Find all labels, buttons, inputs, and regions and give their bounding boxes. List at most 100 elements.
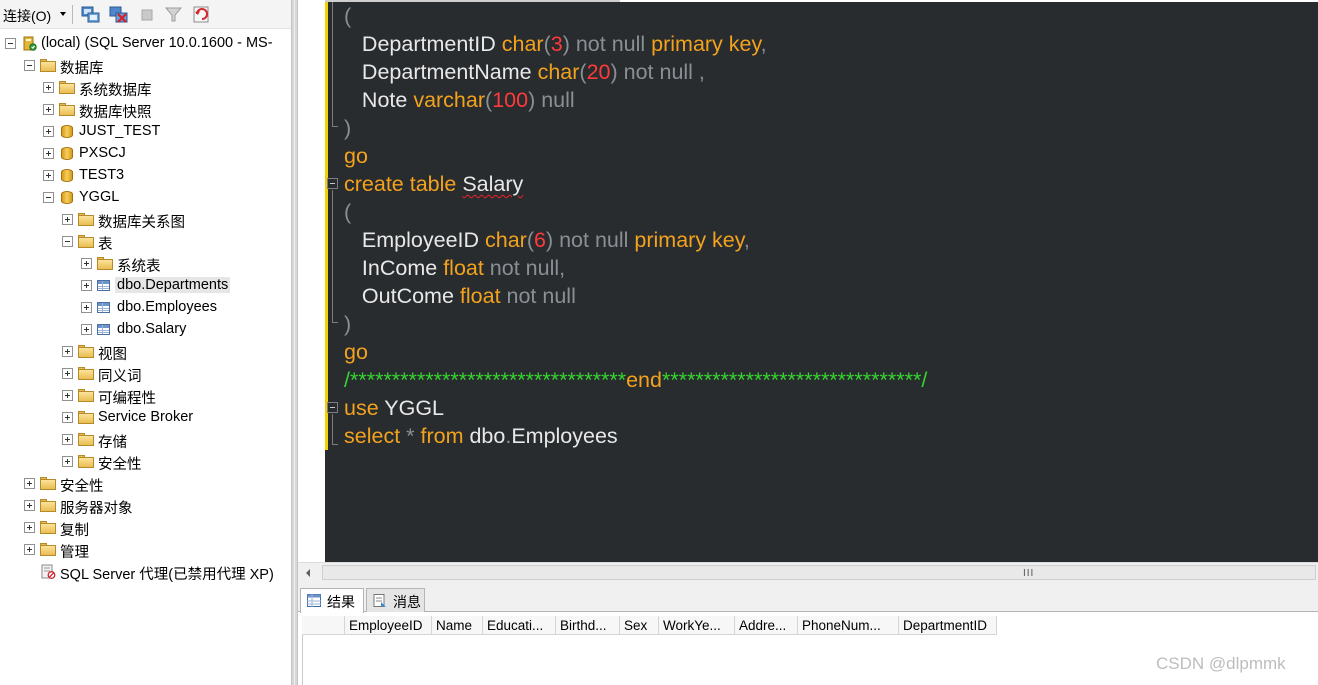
expand-node-icon[interactable] <box>62 390 73 401</box>
expand-node-icon[interactable] <box>62 456 73 467</box>
collapse-node-icon[interactable] <box>43 192 54 203</box>
code-token: float <box>443 256 484 280</box>
folder-icon <box>59 102 75 117</box>
tree-node[interactable]: 数据库快照 <box>0 99 291 121</box>
tree-node[interactable]: dbo.Salary <box>0 319 291 341</box>
disconnect-icon[interactable] <box>109 5 128 24</box>
expand-node-icon[interactable] <box>62 368 73 379</box>
expand-node-icon[interactable] <box>62 346 73 357</box>
expand-node-icon[interactable] <box>24 522 35 533</box>
column-header[interactable]: Addre... <box>735 616 798 635</box>
expand-node-icon[interactable] <box>81 302 92 313</box>
folder-icon <box>40 58 56 73</box>
code-token: ( <box>526 228 534 252</box>
collapse-node-icon[interactable] <box>62 236 73 247</box>
expand-node-icon[interactable] <box>43 148 54 159</box>
tree-node[interactable]: 表 <box>0 231 291 253</box>
grid-corner[interactable] <box>302 616 345 635</box>
column-header[interactable]: Birthd... <box>556 616 620 635</box>
tree-node[interactable]: JUST_TEST <box>0 121 291 143</box>
tree-node[interactable]: 可编程性 <box>0 385 291 407</box>
code-line: ( <box>344 2 351 30</box>
folder-icon <box>78 388 94 403</box>
tree-node[interactable]: dbo.Departments <box>0 275 291 297</box>
tree-node[interactable]: TEST3 <box>0 165 291 187</box>
collapse-region-icon[interactable] <box>327 402 338 413</box>
filter-icon[interactable] <box>164 5 183 24</box>
folder-icon <box>78 366 94 381</box>
grid-icon <box>307 594 321 607</box>
collapse-region-icon[interactable] <box>327 178 338 189</box>
scroll-left-icon[interactable] <box>306 569 310 577</box>
tree-node[interactable]: 数据库关系图 <box>0 209 291 231</box>
tree-node[interactable]: 服务器对象 <box>0 495 291 517</box>
expand-node-icon[interactable] <box>24 478 35 489</box>
tree-node[interactable]: 复制 <box>0 517 291 539</box>
code-token: InCome <box>344 256 444 280</box>
connect-button[interactable]: 连接(O) <box>3 6 51 26</box>
connect-icon[interactable] <box>81 5 100 24</box>
expand-node-icon[interactable] <box>62 412 73 423</box>
column-header[interactable]: Educati... <box>483 616 556 635</box>
tree-node[interactable]: 管理 <box>0 539 291 561</box>
tree-node[interactable]: 存储 <box>0 429 291 451</box>
tree-node[interactable]: YGGL <box>0 187 291 209</box>
code-line: select * from dbo.Employees <box>344 422 618 450</box>
expand-node-icon[interactable] <box>43 104 54 115</box>
database-icon <box>59 168 75 183</box>
collapse-node-icon[interactable] <box>5 38 16 49</box>
expand-node-icon[interactable] <box>24 544 35 555</box>
refresh-icon[interactable] <box>192 5 211 24</box>
tree-node[interactable]: PXSCJ <box>0 143 291 165</box>
object-explorer-toolbar: 连接(O) <box>0 0 291 29</box>
code-token: ) not null , <box>610 60 705 84</box>
column-header[interactable]: Sex <box>620 616 659 635</box>
expand-node-icon[interactable] <box>81 280 92 291</box>
expand-node-icon[interactable] <box>43 82 54 93</box>
change-tracking-bar <box>325 2 328 450</box>
tree-node[interactable]: 数据库 <box>0 55 291 77</box>
tree-node-label: 数据库 <box>60 61 104 77</box>
code-token: EmployeeID <box>344 228 485 252</box>
tree-node[interactable]: (local) (SQL Server 10.0.1600 - MS- <box>0 33 291 55</box>
column-header[interactable]: DepartmentID <box>899 616 997 635</box>
folder-icon <box>40 520 56 535</box>
code-token: primary key <box>651 32 761 56</box>
tree-node[interactable]: 同义词 <box>0 363 291 385</box>
expand-node-icon[interactable] <box>81 258 92 269</box>
tab-results[interactable]: 结果 <box>300 588 364 613</box>
tree-node[interactable]: Service Broker <box>0 407 291 429</box>
code-line: /*********************************end***… <box>344 366 927 394</box>
column-header[interactable]: WorkYe... <box>659 616 735 635</box>
tree-node[interactable]: 系统数据库 <box>0 77 291 99</box>
tree-node[interactable]: 安全性 <box>0 473 291 495</box>
outline-end <box>332 322 338 323</box>
scrollbar-thumb[interactable]: III <box>322 565 1316 580</box>
tab-messages[interactable]: 消息 <box>366 588 425 612</box>
tree-node[interactable]: dbo.Employees <box>0 297 291 319</box>
column-header[interactable]: EmployeeID <box>345 616 432 635</box>
folder-icon <box>97 256 113 271</box>
horizontal-scrollbar[interactable]: III <box>298 562 1318 582</box>
tree-node[interactable]: SQL Server 代理(已禁用代理 XP) <box>0 561 291 583</box>
query-editor[interactable]: ( DepartmentID char(3) not null primary … <box>325 2 1318 562</box>
expand-node-icon[interactable] <box>62 214 73 225</box>
code-token: 100 <box>492 88 529 112</box>
collapse-node-icon[interactable] <box>24 60 35 71</box>
editor-margin <box>298 0 325 562</box>
expand-node-icon[interactable] <box>24 500 35 511</box>
tree-node[interactable]: 系统表 <box>0 253 291 275</box>
column-header[interactable]: PhoneNum... <box>798 616 899 635</box>
tree-node[interactable]: 安全性 <box>0 451 291 473</box>
stop-icon[interactable] <box>138 5 157 24</box>
expand-node-icon[interactable] <box>43 126 54 137</box>
column-header[interactable]: Name <box>432 616 483 635</box>
code-token: ( <box>579 60 587 84</box>
panel-splitter[interactable] <box>291 0 298 685</box>
tree-node[interactable]: 视图 <box>0 341 291 363</box>
expand-node-icon[interactable] <box>43 170 54 181</box>
expand-node-icon[interactable] <box>62 434 73 445</box>
connect-dropdown-icon[interactable] <box>60 12 66 16</box>
expand-node-icon[interactable] <box>81 324 92 335</box>
code-line: ( <box>344 198 351 226</box>
